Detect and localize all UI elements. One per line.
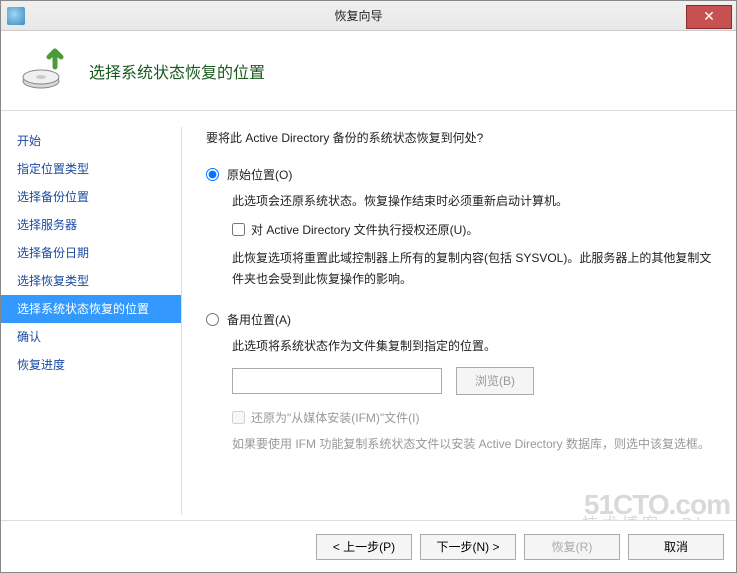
- titlebar: 恢复向导 ✕: [1, 1, 736, 31]
- prev-button[interactable]: < 上一步(P): [316, 534, 412, 560]
- wizard-header: 选择系统状态恢复的位置: [1, 31, 736, 111]
- alternate-desc: 此选项将系统状态作为文件集复制到指定的位置。: [232, 336, 712, 356]
- wizard-icon: [19, 47, 75, 95]
- step-server[interactable]: 选择服务器: [1, 211, 181, 239]
- radio-alternate-label: 备用位置(A): [227, 311, 291, 328]
- step-location-type[interactable]: 指定位置类型: [1, 155, 181, 183]
- browse-button[interactable]: 浏览(B): [456, 367, 534, 395]
- radio-original-label: 原始位置(O): [227, 166, 292, 183]
- step-system-state-location[interactable]: 选择系统状态恢复的位置: [1, 295, 181, 323]
- question-label: 要将此 Active Directory 备份的系统状态恢复到何处?: [206, 129, 712, 146]
- alternate-path-input[interactable]: [232, 368, 442, 394]
- step-backup-location[interactable]: 选择备份位置: [1, 183, 181, 211]
- wizard-footer: < 上一步(P) 下一步(N) > 恢复(R) 取消: [1, 520, 736, 572]
- radio-alternate-location[interactable]: [206, 313, 219, 326]
- wizard-sidebar: 开始 指定位置类型 选择备份位置 选择服务器 选择备份日期 选择恢复类型 选择系…: [1, 111, 181, 531]
- step-confirm[interactable]: 确认: [1, 323, 181, 351]
- radio-original-location[interactable]: [206, 168, 219, 181]
- page-title: 选择系统状态恢复的位置: [89, 59, 265, 83]
- wizard-content: 要将此 Active Directory 备份的系统状态恢复到何处? 原始位置(…: [182, 111, 736, 531]
- ifm-desc: 如果要使用 IFM 功能复制系统状态文件以安装 Active Directory…: [232, 434, 712, 454]
- checkbox-authoritative-label: 对 Active Directory 文件执行授权还原(U)。: [251, 221, 478, 238]
- checkbox-authoritative-restore[interactable]: [232, 223, 245, 236]
- step-backup-date[interactable]: 选择备份日期: [1, 239, 181, 267]
- checkbox-ifm-label: 还原为"从媒体安装(IFM)"文件(I): [251, 409, 420, 426]
- original-warning: 此恢复选项将重置此域控制器上所有的复制内容(包括 SYSVOL)。此服务器上的其…: [232, 248, 712, 289]
- step-start[interactable]: 开始: [1, 127, 181, 155]
- original-desc: 此选项会还原系统状态。恢复操作结束时必须重新启动计算机。: [232, 191, 712, 211]
- app-icon: [7, 7, 25, 25]
- close-button[interactable]: ✕: [686, 5, 732, 29]
- step-progress[interactable]: 恢复进度: [1, 351, 181, 379]
- recover-button: 恢复(R): [524, 534, 620, 560]
- cancel-button[interactable]: 取消: [628, 534, 724, 560]
- checkbox-ifm: [232, 411, 245, 424]
- step-recovery-type[interactable]: 选择恢复类型: [1, 267, 181, 295]
- window-title: 恢复向导: [31, 7, 686, 24]
- next-button[interactable]: 下一步(N) >: [420, 534, 516, 560]
